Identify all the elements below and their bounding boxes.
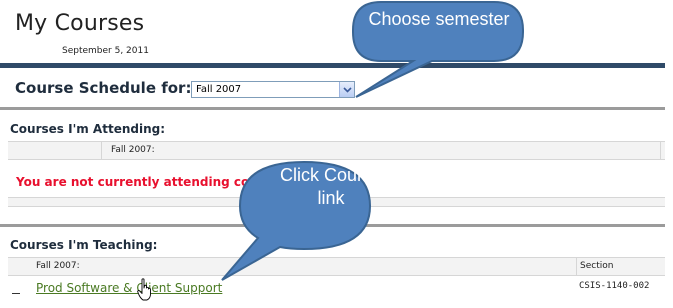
column-divider bbox=[576, 257, 577, 276]
choose-semester-callout-text: Choose semester bbox=[368, 9, 510, 29]
course-section-code: CSIS-1140-002 bbox=[579, 281, 650, 291]
attending-table-header bbox=[8, 141, 665, 160]
attending-term-header: Fall 2007: bbox=[111, 145, 155, 155]
semester-select-value: Fall 2007 bbox=[196, 84, 242, 95]
teaching-term-header: Fall 2007: bbox=[36, 261, 80, 271]
hand-pointer-icon bbox=[137, 278, 151, 301]
column-divider bbox=[101, 141, 102, 160]
teaching-heading: Courses I'm Teaching: bbox=[10, 238, 158, 252]
page-date: September 5, 2011 bbox=[62, 46, 149, 56]
section-column-header: Section bbox=[580, 261, 614, 271]
header-divider bbox=[0, 63, 665, 68]
course-link[interactable]: Prod Software & Client Support bbox=[36, 281, 222, 295]
page-title: My Courses bbox=[15, 11, 145, 36]
column-divider bbox=[660, 141, 661, 160]
click-course-link-callout-text: Click Course link bbox=[279, 165, 383, 208]
row-marker bbox=[12, 293, 20, 294]
semester-select[interactable]: Fall 2007 bbox=[191, 81, 355, 98]
course-schedule-label: Course Schedule for: bbox=[15, 79, 192, 97]
section-divider bbox=[0, 107, 665, 110]
attending-heading: Courses I'm Attending: bbox=[10, 122, 166, 136]
